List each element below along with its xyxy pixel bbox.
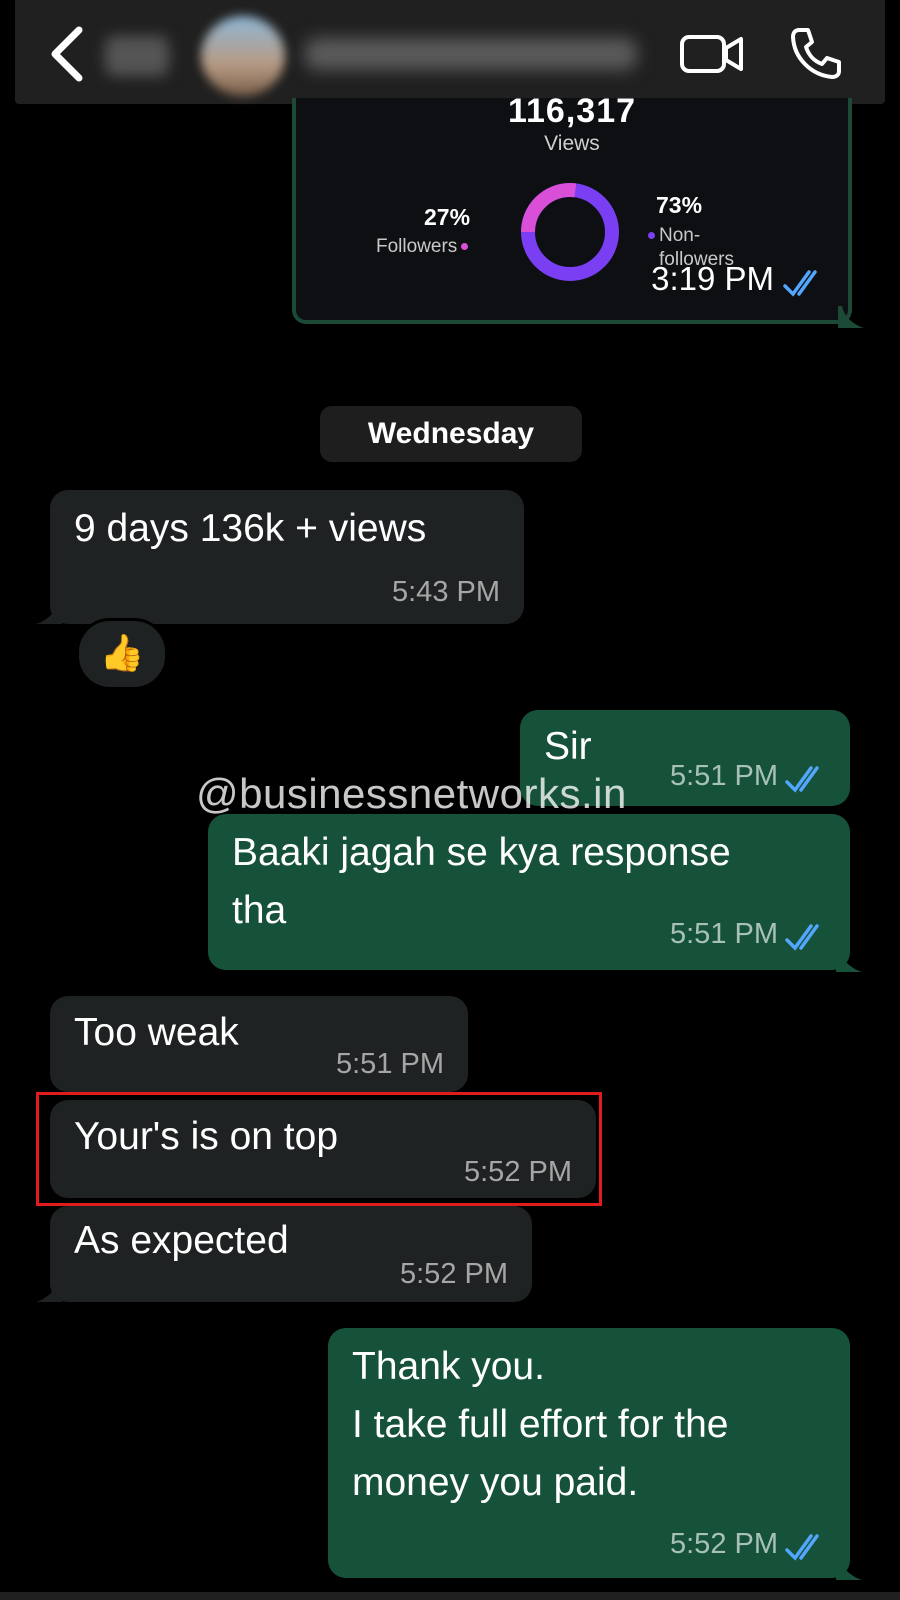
bubble-tail <box>36 602 62 624</box>
nonfollowers-percentage: 73% <box>656 192 703 218</box>
followers-percentage: 27% <box>424 204 471 230</box>
bottom-bar <box>0 1592 900 1600</box>
bubble-tail <box>838 306 864 328</box>
avatar[interactable] <box>201 16 285 96</box>
message-time: 5:52 PM <box>400 1258 508 1290</box>
day-separator: Wednesday <box>320 406 582 462</box>
chevron-left-icon[interactable] <box>45 24 89 84</box>
watermark: @businessnetworks.in <box>196 770 627 817</box>
followers-label: Followers <box>376 236 458 257</box>
double-check-icon <box>783 270 817 297</box>
contact-name-blurred[interactable] <box>305 38 637 70</box>
message-time: 5:51 PM <box>670 918 778 950</box>
message-bubble[interactable]: As expected 5:52 PM <box>50 1206 532 1302</box>
message-time: 5:51 PM <box>670 760 778 792</box>
bubble-tail <box>836 950 862 972</box>
bubble-tail <box>36 1280 62 1302</box>
nonfollowers-dot-icon <box>648 232 655 240</box>
message-text: As expected <box>74 1219 289 1262</box>
highlight-box <box>36 1092 602 1206</box>
message-text: 9 days 136k + views <box>74 507 427 550</box>
bubble-tail <box>836 1558 862 1580</box>
message-bubble[interactable]: Thank you. I take full effort for the mo… <box>328 1328 850 1578</box>
double-check-icon <box>785 1534 819 1561</box>
message-bubble[interactable]: Too weak 5:51 PM <box>50 996 468 1092</box>
message-bubble[interactable]: 9 days 136k + views 5:43 PM <box>50 490 524 624</box>
double-check-icon <box>785 924 819 951</box>
chat-header <box>15 0 885 104</box>
message-text: Sir <box>544 725 592 768</box>
audience-donut-chart <box>521 183 619 281</box>
message-time: 5:43 PM <box>392 576 500 608</box>
insights-card[interactable]: 116,317 Views 27% Followers 73% Non- fol… <box>292 92 852 324</box>
phone-icon[interactable] <box>789 26 841 80</box>
reaction-badge[interactable]: 👍 <box>76 618 168 690</box>
message-text: Baaki jagah se kya response tha <box>232 831 731 932</box>
message-text: Too weak <box>74 1011 239 1054</box>
followers-legend: Followers <box>376 236 469 258</box>
double-check-icon <box>785 766 819 793</box>
message-time: 5:52 PM <box>670 1528 778 1560</box>
message-bubble[interactable]: Baaki jagah se kya response tha 5:51 PM <box>208 814 850 970</box>
thumbs-up-icon: 👍 <box>99 632 145 673</box>
views-count: 116,317 <box>507 92 637 130</box>
message-time: 3:19 PM <box>651 260 774 297</box>
message-text: Thank you. I take full effort for the mo… <box>352 1345 729 1504</box>
followers-dot-icon <box>461 243 469 251</box>
unread-count-blurred <box>105 36 169 76</box>
video-camera-icon[interactable] <box>679 30 745 78</box>
views-label: Views <box>544 132 600 155</box>
message-time: 5:51 PM <box>336 1048 444 1080</box>
